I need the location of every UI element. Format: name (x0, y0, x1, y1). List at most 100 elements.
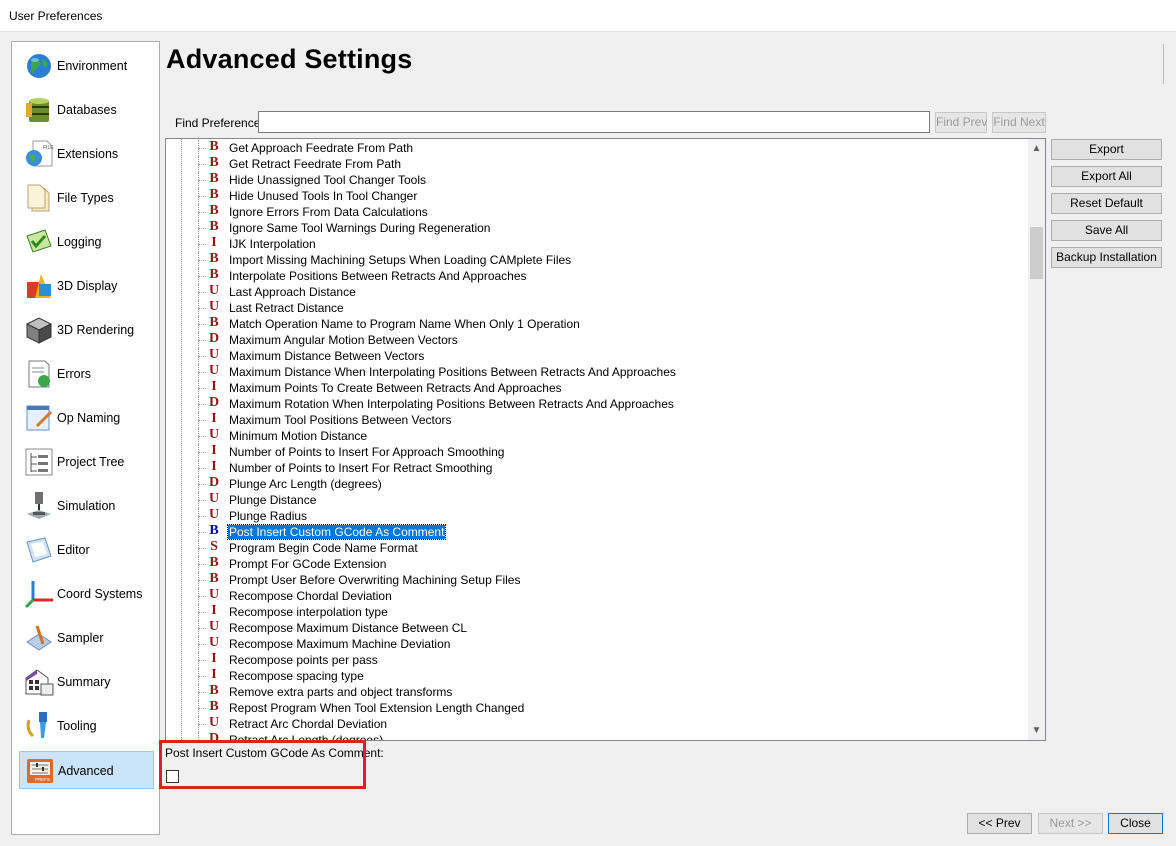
sidebar-item-op-naming[interactable]: Op Naming (19, 399, 154, 437)
prev-button[interactable]: << Prev (967, 813, 1032, 834)
sidebar-item-project-tree[interactable]: Project Tree (19, 443, 154, 481)
sidebar-item-3d-display[interactable]: 3D Display (19, 267, 154, 305)
tree-connector (198, 196, 206, 197)
tree-row[interactable]: I Number of Points to Insert For Retract … (166, 459, 1028, 476)
tree-connector (198, 180, 206, 181)
reset-default-button[interactable]: Reset Default (1051, 193, 1162, 214)
tree-row[interactable]: B Remove extra parts and object transform… (166, 683, 1028, 700)
tree-row[interactable]: I Maximum Points To Create Between Retrac… (166, 379, 1028, 396)
sidebar-item-databases[interactable]: Databases (19, 91, 154, 129)
tree-connector (198, 436, 206, 437)
type-indicator-icon: U (208, 363, 220, 378)
export-button[interactable]: Export (1051, 139, 1162, 160)
tree-row[interactable]: B Post Insert Custom GCode As Comment (166, 523, 1028, 540)
sidebar-item-file-types[interactable]: File Types (19, 179, 154, 217)
tree-row[interactable]: U Plunge Radius (166, 507, 1028, 524)
save-all-button[interactable]: Save All (1051, 220, 1162, 241)
tree-connector (198, 724, 206, 725)
divider (1163, 44, 1164, 84)
tree-row[interactable]: B Repost Program When Tool Extension Leng… (166, 699, 1028, 716)
find-next-button[interactable]: Find Next (992, 112, 1046, 133)
tree-connector (198, 404, 206, 405)
tree-row-label: Match Operation Name to Program Name Whe… (229, 317, 580, 331)
tree-row[interactable]: B Import Missing Machining Setups When Lo… (166, 251, 1028, 268)
tree-row[interactable]: U Maximum Distance When Interpolating Pos… (166, 363, 1028, 380)
tree-row[interactable]: B Get Approach Feedrate From Path (166, 139, 1028, 156)
tree-row[interactable]: U Plunge Distance (166, 491, 1028, 508)
tree-row[interactable]: D Plunge Arc Length (degrees) (166, 475, 1028, 492)
find-preference-input[interactable] (258, 111, 930, 133)
tree-row[interactable]: B Prompt User Before Overwriting Machinin… (166, 571, 1028, 588)
type-indicator-icon: I (211, 443, 217, 458)
tree-row[interactable]: I Maximum Tool Positions Between Vectors (166, 411, 1028, 428)
tree-row[interactable]: B Hide Unassigned Tool Changer Tools (166, 171, 1028, 188)
tree-row[interactable]: B Get Retract Feedrate From Path (166, 155, 1028, 172)
close-button[interactable]: Close (1108, 813, 1163, 834)
tree-row[interactable]: B Interpolate Positions Between Retracts … (166, 267, 1028, 284)
sidebar-item-environment[interactable]: Environment (19, 47, 154, 85)
shapes-icon (23, 270, 55, 302)
type-indicator-icon: I (211, 603, 217, 618)
tree-row[interactable]: D Maximum Angular Motion Between Vectors (166, 331, 1028, 348)
tree-row[interactable]: U Recompose Maximum Machine Deviation (166, 635, 1028, 652)
tree-row[interactable]: I Number of Points to Insert For Approach… (166, 443, 1028, 460)
tree-connector (198, 708, 206, 709)
tree-connector (198, 676, 206, 677)
preference-tree[interactable]: B Get Approach Feedrate From Path B Get Ret… (165, 138, 1046, 741)
type-indicator-icon: B (209, 251, 219, 266)
scroll-down-icon[interactable]: ▼ (1028, 722, 1045, 739)
sidebar-item-label: Coord Systems (57, 587, 143, 601)
tree-row[interactable]: I Recompose points per pass (166, 651, 1028, 668)
tree-scrollbar[interactable]: ▲ ▼ (1028, 139, 1045, 740)
tree-row[interactable]: I Recompose interpolation type (166, 603, 1028, 620)
tree-row[interactable]: U Retract Arc Chordal Deviation (166, 715, 1028, 732)
tree-row[interactable]: U Last Approach Distance (166, 283, 1028, 300)
tree-row[interactable]: B Hide Unused Tools In Tool Changer (166, 187, 1028, 204)
tree-row-label: IJK Interpolation (229, 237, 316, 251)
scroll-up-icon[interactable]: ▲ (1028, 140, 1045, 157)
tree-row[interactable]: U Recompose Chordal Deviation (166, 587, 1028, 604)
tree-row[interactable]: B Ignore Same Tool Warnings During Regene… (166, 219, 1028, 236)
tree-row[interactable]: B Ignore Errors From Data Calculations (166, 203, 1028, 220)
window-title: User Preferences (9, 9, 103, 23)
type-indicator-icon: U (208, 347, 220, 362)
sidebar-item-summary[interactable]: Summary (19, 663, 154, 701)
tree-row[interactable]: I Recompose spacing type (166, 667, 1028, 684)
tree-row[interactable]: B Prompt For GCode Extension (166, 555, 1028, 572)
file-globe-icon: FILE (23, 138, 55, 170)
export-all-button[interactable]: Export All (1051, 166, 1162, 187)
tree-connector (198, 260, 206, 261)
sidebar-item-coord-systems[interactable]: Coord Systems (19, 575, 154, 613)
sidebar-item-tooling[interactable]: Tooling (19, 707, 154, 745)
type-indicator-icon: U (208, 507, 220, 522)
tree-connector (198, 660, 206, 661)
sidebar-item-label: Tooling (57, 719, 97, 733)
type-indicator-icon: B (209, 683, 219, 698)
tree-row[interactable]: U Recompose Maximum Distance Between CL (166, 619, 1028, 636)
tree-row-label: Get Retract Feedrate From Path (229, 157, 402, 171)
tree-row[interactable]: U Minimum Motion Distance (166, 427, 1028, 444)
tree-row-label: Post Insert Custom GCode As Comment (226, 524, 447, 540)
sidebar-item-sampler[interactable]: Sampler (19, 619, 154, 657)
sidebar-item-editor[interactable]: Editor (19, 531, 154, 569)
editor-icon (23, 534, 55, 566)
tree-row[interactable]: B Match Operation Name to Program Name Wh… (166, 315, 1028, 332)
tree-row[interactable]: U Maximum Distance Between Vectors (166, 347, 1028, 364)
sidebar-item-advanced[interactable]: PREFS Advanced (19, 751, 154, 789)
next-button[interactable]: Next >> (1038, 813, 1103, 834)
sidebar-item-simulation[interactable]: Simulation (19, 487, 154, 525)
sidebar-item-errors[interactable]: Errors (19, 355, 154, 393)
scroll-thumb[interactable] (1030, 227, 1043, 279)
backup-installation-button[interactable]: Backup Installation (1051, 247, 1162, 268)
sidebar-item-extensions[interactable]: FILE Extensions (19, 135, 154, 173)
tree-row[interactable]: D Maximum Rotation When Interpolating Pos… (166, 395, 1028, 412)
type-indicator-icon: D (208, 475, 220, 490)
sidebar-item-logging[interactable]: Logging (19, 223, 154, 261)
svg-text:FILE: FILE (43, 145, 54, 151)
tree-row[interactable]: S Program Begin Code Name Format (166, 539, 1028, 556)
tree-row[interactable]: U Last Retract Distance (166, 299, 1028, 316)
type-indicator-icon: U (208, 299, 220, 314)
tree-row[interactable]: I IJK Interpolation (166, 235, 1028, 252)
find-prev-button[interactable]: Find Prev (935, 112, 987, 133)
sidebar-item-3d-rendering[interactable]: 3D Rendering (19, 311, 154, 349)
